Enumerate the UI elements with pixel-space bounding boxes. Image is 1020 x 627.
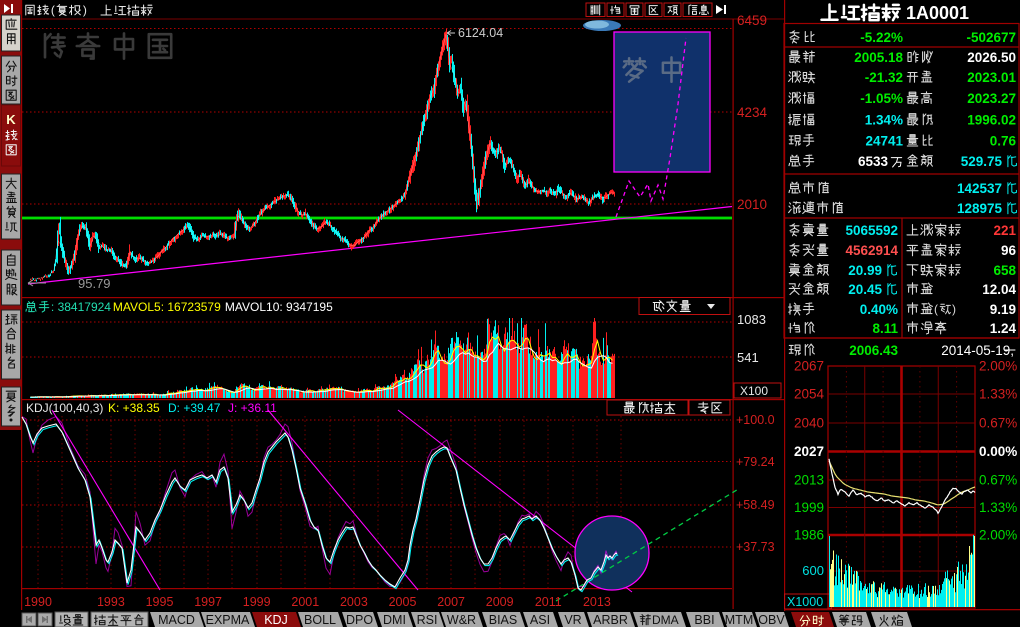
svg-text:2010: 2010 bbox=[737, 197, 767, 212]
svg-text:1A0001: 1A0001 bbox=[906, 3, 969, 23]
svg-text:1.34%: 1.34% bbox=[865, 113, 903, 128]
svg-text:MAVOL10: 9347195: MAVOL10: 9347195 bbox=[225, 300, 333, 314]
svg-text:20.45: 20.45 bbox=[848, 282, 882, 297]
svg-text:600: 600 bbox=[802, 563, 824, 578]
svg-text:-1.05%: -1.05% bbox=[860, 91, 903, 106]
svg-text:2005.18: 2005.18 bbox=[854, 50, 903, 65]
svg-text:MACD: MACD bbox=[158, 613, 195, 627]
svg-text:KDJ(100,40,3): KDJ(100,40,3) bbox=[26, 401, 103, 415]
svg-text:2011: 2011 bbox=[535, 595, 562, 609]
svg-text:24741: 24741 bbox=[865, 134, 903, 149]
svg-text:96: 96 bbox=[1001, 243, 1017, 258]
svg-text:D: +39.47: D: +39.47 bbox=[168, 401, 221, 415]
svg-text:1999: 1999 bbox=[794, 500, 824, 515]
svg-text:(: ( bbox=[934, 302, 938, 316]
svg-text:ASI: ASI bbox=[530, 613, 550, 627]
svg-text:X1000: X1000 bbox=[787, 595, 823, 609]
svg-text:541: 541 bbox=[737, 350, 759, 365]
svg-text:2013: 2013 bbox=[794, 473, 824, 488]
svg-text:1997: 1997 bbox=[194, 595, 222, 609]
svg-text:1.33%: 1.33% bbox=[979, 500, 1017, 515]
svg-text:1999: 1999 bbox=[243, 595, 271, 609]
svg-text:DPO: DPO bbox=[346, 613, 373, 627]
svg-text:): ) bbox=[83, 3, 87, 17]
svg-text:K: K bbox=[6, 112, 16, 127]
svg-text:2005: 2005 bbox=[389, 595, 417, 609]
svg-text:1083: 1083 bbox=[737, 312, 766, 327]
svg-text:MAVOL5: 16723579: MAVOL5: 16723579 bbox=[113, 300, 221, 314]
svg-text:2040: 2040 bbox=[794, 416, 824, 431]
svg-text:6459: 6459 bbox=[737, 13, 767, 28]
svg-text:BBI: BBI bbox=[694, 613, 714, 627]
svg-text:95.79: 95.79 bbox=[78, 276, 111, 291]
svg-text:+100.0: +100.0 bbox=[736, 413, 775, 427]
svg-text:+37.73: +37.73 bbox=[736, 540, 775, 554]
svg-text:(: ( bbox=[51, 3, 55, 17]
svg-text:6533: 6533 bbox=[858, 154, 889, 169]
svg-text:1995: 1995 bbox=[146, 595, 174, 609]
svg-text:128975: 128975 bbox=[957, 201, 1003, 216]
svg-text:4562914: 4562914 bbox=[845, 243, 898, 258]
svg-text:0.00%: 0.00% bbox=[979, 444, 1017, 459]
svg-text:6124.04: 6124.04 bbox=[458, 26, 503, 40]
svg-text:ARBR: ARBR bbox=[593, 613, 628, 627]
svg-text:12.04: 12.04 bbox=[982, 282, 1016, 297]
svg-text:142537: 142537 bbox=[957, 181, 1002, 196]
svg-text:OBV: OBV bbox=[758, 613, 785, 627]
svg-text:221: 221 bbox=[993, 223, 1016, 238]
svg-text:2003: 2003 bbox=[340, 595, 368, 609]
svg-text:0.76: 0.76 bbox=[990, 134, 1017, 149]
svg-text:2009: 2009 bbox=[486, 595, 514, 609]
svg-text:-5.22%: -5.22% bbox=[860, 30, 903, 45]
svg-text:RSI: RSI bbox=[417, 613, 438, 627]
svg-text:): ) bbox=[952, 302, 956, 316]
svg-text:0.67%: 0.67% bbox=[979, 416, 1017, 431]
svg-text:VR: VR bbox=[564, 613, 581, 627]
svg-text:-21.32: -21.32 bbox=[865, 70, 903, 85]
svg-text:EXPMA: EXPMA bbox=[206, 613, 250, 627]
svg-text:KDJ: KDJ bbox=[264, 613, 288, 627]
svg-text:2023.01: 2023.01 bbox=[967, 70, 1016, 85]
svg-text:529.75: 529.75 bbox=[961, 154, 1003, 169]
svg-text:2.00%: 2.00% bbox=[979, 528, 1017, 543]
svg-text:1996.02: 1996.02 bbox=[967, 113, 1016, 128]
svg-text:2014-05-19,: 2014-05-19, bbox=[941, 343, 1014, 358]
svg-text:+79.24: +79.24 bbox=[736, 455, 775, 469]
svg-text:0.40%: 0.40% bbox=[860, 302, 898, 317]
svg-text:1.24: 1.24 bbox=[990, 321, 1017, 336]
svg-text:2027: 2027 bbox=[794, 444, 824, 459]
svg-text:DMA: DMA bbox=[652, 613, 679, 627]
svg-text:K: +38.35: K: +38.35 bbox=[108, 401, 160, 415]
svg-text:2.00%: 2.00% bbox=[979, 359, 1017, 374]
svg-text:1990: 1990 bbox=[24, 595, 52, 609]
svg-text:9.19: 9.19 bbox=[990, 302, 1016, 317]
svg-text:2026.50: 2026.50 bbox=[967, 50, 1016, 65]
svg-text:DMI: DMI bbox=[383, 613, 406, 627]
svg-text:X100: X100 bbox=[740, 384, 768, 398]
svg-text:BIAS: BIAS bbox=[489, 613, 518, 627]
svg-text:2067: 2067 bbox=[794, 359, 824, 374]
svg-text:1986: 1986 bbox=[794, 528, 824, 543]
svg-text:-502677: -502677 bbox=[966, 30, 1016, 45]
svg-text:2001: 2001 bbox=[291, 595, 319, 609]
svg-text:1.33%: 1.33% bbox=[979, 387, 1017, 402]
svg-text:2013: 2013 bbox=[583, 595, 611, 609]
svg-text:2006.43: 2006.43 bbox=[849, 343, 898, 358]
svg-text:8.11: 8.11 bbox=[872, 321, 898, 336]
svg-text:658: 658 bbox=[993, 263, 1016, 278]
svg-text:+58.49: +58.49 bbox=[736, 498, 775, 512]
svg-text:2054: 2054 bbox=[794, 387, 825, 402]
svg-text:1993: 1993 bbox=[97, 595, 125, 609]
svg-text:4234: 4234 bbox=[737, 105, 768, 120]
svg-text:BOLL: BOLL bbox=[304, 613, 336, 627]
svg-text:: 38417924: : 38417924 bbox=[51, 300, 111, 314]
svg-text:20.99: 20.99 bbox=[848, 263, 882, 278]
svg-text:5065592: 5065592 bbox=[845, 223, 898, 238]
svg-text:MTM: MTM bbox=[725, 613, 753, 627]
svg-text:W&R: W&R bbox=[447, 613, 476, 627]
svg-text:0.67%: 0.67% bbox=[979, 473, 1017, 488]
svg-text:2023.27: 2023.27 bbox=[967, 91, 1016, 106]
svg-text:2007: 2007 bbox=[437, 595, 465, 609]
